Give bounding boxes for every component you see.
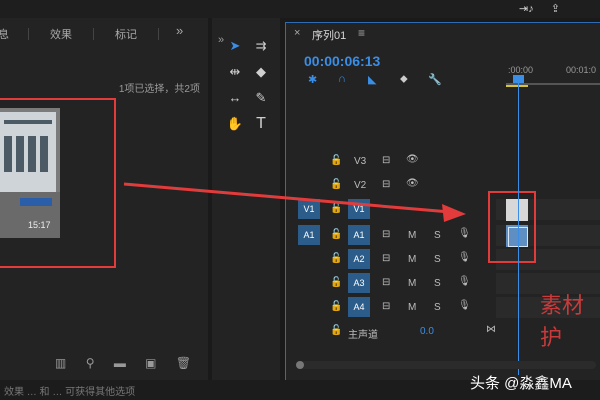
annotation-arrow <box>123 182 466 222</box>
watermark: 头条 @淼鑫MA <box>470 375 572 392</box>
arrow-head <box>442 204 466 222</box>
arrow-line <box>123 182 451 214</box>
status-text: 效果 … 和 … 可获得其他选项 <box>4 387 136 398</box>
